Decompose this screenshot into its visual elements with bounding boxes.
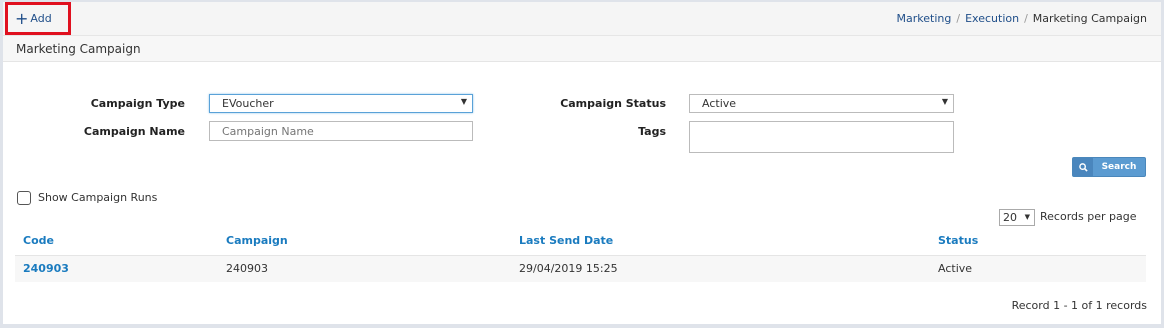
- records-count: Record 1 - 1 of 1 records: [1011, 299, 1147, 312]
- breadcrumb-current: Marketing Campaign: [1032, 12, 1147, 25]
- breadcrumb: Marketing / Execution / Marketing Campaign: [896, 12, 1147, 25]
- dropdown-arrow-icon: ▼: [460, 97, 467, 106]
- top-toolbar: + Add Marketing / Execution / Marketing Camp…: [3, 2, 1161, 36]
- panel-title: Marketing Campaign: [3, 36, 1161, 62]
- show-campaign-runs-label: Show Campaign Runs: [38, 191, 158, 204]
- campaign-type-select[interactable]: EVoucher ▼: [209, 94, 473, 113]
- search-button[interactable]: Search: [1072, 157, 1146, 177]
- main-content: Campaign Type EVoucher ▼ Campaign Status…: [3, 62, 1161, 324]
- campaign-type-value: EVoucher: [222, 97, 274, 110]
- page-size-value: 20: [1003, 211, 1017, 224]
- campaign-status-select[interactable]: Active ▼: [689, 94, 954, 113]
- column-header-last-send-date[interactable]: Last Send Date: [519, 234, 613, 247]
- tags-input[interactable]: [689, 121, 954, 153]
- campaign-type-label: Campaign Type: [90, 97, 185, 110]
- campaign-status-label: Campaign Status: [560, 97, 666, 110]
- page-size-select[interactable]: 20 ▼: [999, 209, 1035, 226]
- show-campaign-runs-checkbox[interactable]: [17, 191, 31, 205]
- tags-label: Tags: [638, 125, 666, 138]
- campaign-name-input[interactable]: [209, 121, 473, 141]
- row-code-link[interactable]: 240903: [23, 262, 69, 275]
- search-icon: [1073, 158, 1093, 176]
- add-button[interactable]: + Add: [5, 2, 71, 35]
- column-header-code[interactable]: Code: [23, 234, 54, 247]
- breadcrumb-marketing[interactable]: Marketing: [897, 12, 952, 25]
- dropdown-arrow-icon: ▼: [1024, 213, 1030, 221]
- campaign-status-value: Active: [702, 97, 737, 110]
- column-header-campaign[interactable]: Campaign: [226, 234, 288, 247]
- records-per-page-label: Records per page: [1040, 210, 1137, 223]
- search-button-label: Search: [1101, 162, 1137, 172]
- column-header-status[interactable]: Status: [938, 234, 978, 247]
- row-status: Active: [938, 262, 973, 275]
- plus-icon: +: [15, 8, 29, 28]
- add-button-label: Add: [30, 12, 52, 25]
- dropdown-arrow-icon: ▼: [941, 97, 948, 106]
- breadcrumb-execution[interactable]: Execution: [965, 12, 1019, 25]
- row-campaign: 240903: [226, 262, 268, 275]
- campaign-name-label: Campaign Name: [83, 125, 185, 138]
- row-last-send-date: 29/04/2019 15:25: [519, 262, 618, 275]
